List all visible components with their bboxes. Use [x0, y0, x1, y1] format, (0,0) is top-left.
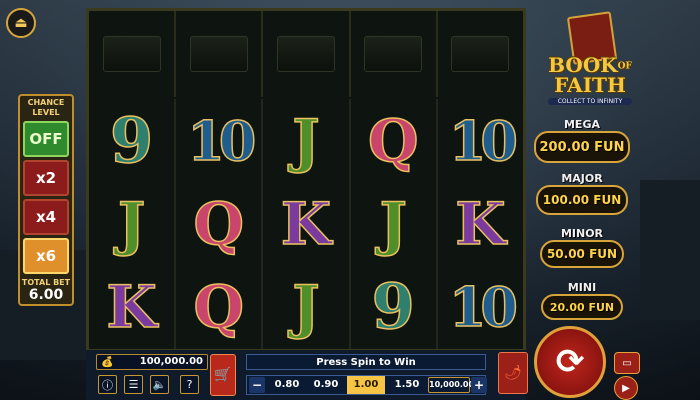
chest-icon [364, 36, 423, 72]
reels: 9 J K 10 Q Q J K J Q J 9 10 K 10 [89, 99, 523, 349]
symbol-10: 10 [448, 275, 519, 341]
increase-bet-button[interactable]: + [471, 377, 487, 393]
autoplay-button[interactable]: ▶ [614, 376, 638, 400]
reel-2: 10 Q Q [176, 99, 264, 349]
symbol-10: 10 [448, 108, 519, 174]
jackpot-mini: MINI 20.00 FUN [534, 281, 630, 320]
status-message: Press Spin to Win [246, 354, 486, 370]
chest-icon [277, 36, 335, 72]
logo-title: BOOKOF FAITH [540, 55, 640, 97]
reel-1: 9 J K [89, 99, 177, 349]
control-bar: 💰 100,000.00 ⓘ ☰ 🔈 ? 🛒 Press Spin to Win… [86, 350, 526, 400]
symbol-j: J [117, 189, 146, 259]
decrease-bet-button[interactable]: − [249, 377, 265, 393]
collect-cell [176, 11, 264, 97]
chance-x2-button[interactable]: x2 [23, 160, 69, 196]
card-icon: ▭ [622, 357, 632, 369]
stake-option[interactable]: 1.50 [389, 376, 425, 394]
balance-display: 💰 100,000.00 [96, 354, 208, 370]
info-button[interactable]: ⓘ [98, 375, 117, 394]
total-bet-value: 6.00 [28, 287, 64, 303]
spin-button[interactable]: ⟳ [534, 326, 606, 398]
symbol-q: Q [367, 106, 419, 176]
reel-4: Q J 9 [351, 99, 438, 349]
jackpot-mega: MEGA 200.00 FUN [534, 118, 630, 163]
turbo-button[interactable]: 🌶 [498, 352, 528, 394]
jackpot-major-value: 100.00 FUN [536, 185, 628, 215]
chance-x6-button[interactable]: x6 [23, 238, 69, 274]
turbo-icon: 🌶 [504, 365, 522, 381]
logo-subtitle: COLLECT TO INFINITY [548, 98, 632, 105]
logo-title-faith: FAITH [554, 72, 626, 97]
collect-cell [351, 11, 438, 97]
chest-icon [189, 36, 248, 72]
card-button[interactable]: ▭ [614, 352, 640, 374]
spin-icon: ⟳ [555, 342, 585, 382]
game-logo: BOOKOF FAITH COLLECT TO INFINITY [540, 10, 640, 110]
collect-row [89, 11, 523, 97]
chest-icon [451, 36, 510, 72]
sound-icon: 🔈 [152, 378, 167, 391]
money-bag-icon: 💰 [101, 357, 114, 368]
collect-cell [89, 11, 177, 97]
menu-button[interactable]: ☰ [124, 375, 143, 394]
symbol-j: J [292, 273, 321, 343]
autoplay-icon: ▶ [622, 382, 630, 394]
collect-cell [438, 11, 523, 97]
reel-5: 10 K 10 [438, 99, 523, 349]
jackpot-major-label: MAJOR [561, 172, 603, 185]
chance-off-button[interactable]: OFF [23, 121, 69, 157]
symbol-9: 9 [109, 103, 154, 178]
help-icon: ? [186, 378, 193, 391]
symbol-q: Q [193, 189, 245, 259]
symbol-10: 10 [186, 108, 257, 174]
chance-level-panel: CHANCE LEVEL OFF x2 x4 x6 TOTAL BET 6.00 [18, 94, 74, 306]
info-icon: ⓘ [102, 378, 113, 392]
chance-level-title: CHANCE LEVEL [27, 98, 65, 117]
help-button[interactable]: ? [180, 375, 199, 394]
logo-title-of: OF [617, 61, 632, 72]
symbol-j: J [379, 189, 408, 259]
stake-option[interactable]: 0.80 [269, 376, 305, 394]
exit-icon: ⏏ [14, 15, 28, 31]
symbol-k: K [280, 189, 332, 259]
symbol-9: 9 [371, 270, 416, 345]
reel-3: J K J [263, 99, 351, 349]
jackpot-minor-value: 50.00 FUN [540, 240, 624, 268]
jackpot-major: MAJOR 100.00 FUN [534, 172, 630, 215]
stake-option[interactable]: 0.90 [309, 376, 343, 394]
jackpot-mini-value: 20.00 FUN [541, 294, 623, 320]
jackpot-mega-label: MEGA [563, 118, 600, 131]
chance-x4-button[interactable]: x4 [23, 199, 69, 235]
buy-feature-button[interactable]: 🛒 [210, 354, 236, 396]
exit-button[interactable]: ⏏ [6, 8, 36, 38]
symbol-q: Q [193, 273, 245, 343]
menu-icon: ☰ [128, 378, 139, 391]
symbol-k: K [454, 189, 506, 259]
balance-value: 100,000.00 [139, 356, 203, 367]
total-bet-label: TOTAL BET [21, 278, 71, 287]
collect-cell [263, 11, 351, 97]
jackpot-minor-label: MINOR [560, 227, 604, 240]
symbol-j: J [292, 106, 321, 176]
max-bet-button[interactable]: 10,000.00 [428, 377, 474, 393]
chest-icon [102, 36, 161, 72]
symbol-k: K [106, 273, 158, 343]
sound-button[interactable]: 🔈 [150, 375, 169, 394]
jackpot-mega-value: 200.00 FUN [534, 131, 630, 163]
stake-option-selected[interactable]: 1.00 [347, 376, 385, 394]
background-house-right [640, 180, 700, 320]
cart-icon: 🛒 [214, 367, 232, 383]
jackpot-minor: MINOR 50.00 FUN [534, 227, 630, 268]
stake-selector: − 0.80 0.90 1.00 1.50 10,000.00 + [246, 375, 487, 395]
reels-frame: 9 J K 10 Q Q J K J Q J 9 10 K 10 [86, 8, 526, 352]
jackpot-mini-label: MINI [567, 281, 597, 294]
